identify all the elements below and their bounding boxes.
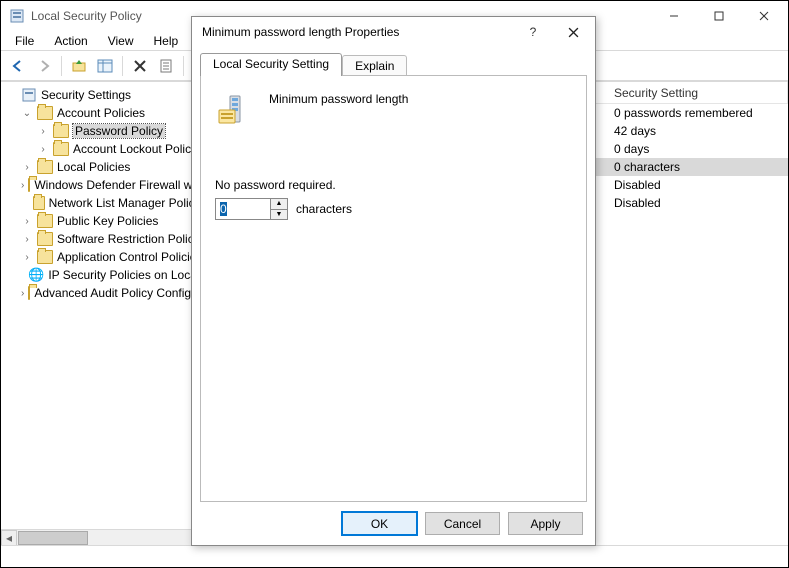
folder-icon xyxy=(37,250,53,264)
toolbar-separator xyxy=(183,56,184,76)
tree-label: Password Policy xyxy=(73,124,165,138)
dialog-close-button[interactable] xyxy=(553,18,593,46)
menu-help[interactable]: Help xyxy=(144,32,189,50)
menu-action[interactable]: Action xyxy=(44,32,97,50)
properties-button[interactable] xyxy=(155,55,177,77)
chevron-right-icon[interactable]: › xyxy=(37,144,49,155)
chevron-right-icon[interactable]: › xyxy=(21,234,33,245)
tree-label: Advanced Audit Policy Configuration xyxy=(34,286,211,300)
dialog-title: Minimum password length Properties xyxy=(202,25,513,39)
tree: ▸ Security Settings ⌄ Acco xyxy=(1,86,210,302)
dialog-titlebar: Minimum password length Properties ? xyxy=(192,17,595,47)
scroll-left-button[interactable]: ◂ xyxy=(1,530,17,546)
help-button[interactable]: ? xyxy=(513,18,553,46)
up-button[interactable] xyxy=(68,55,90,77)
apply-button[interactable]: Apply xyxy=(508,512,583,535)
setting-description: No password required. xyxy=(215,178,572,192)
security-setting-value: 0 passwords remembered xyxy=(606,106,761,120)
chevron-right-icon[interactable]: › xyxy=(21,288,24,299)
chevron-down-icon[interactable]: ⌄ xyxy=(21,108,33,119)
menu-view[interactable]: View xyxy=(98,32,144,50)
tab-explain[interactable]: Explain xyxy=(342,55,407,76)
security-setting-value: Disabled xyxy=(606,178,669,192)
tree-label: Software Restriction Policies xyxy=(57,232,209,246)
tree-label: Security Settings xyxy=(41,88,131,102)
forward-button[interactable] xyxy=(33,55,55,77)
chevron-right-icon[interactable]: › xyxy=(37,126,49,137)
spinner-up-button[interactable]: ▲ xyxy=(271,199,287,209)
characters-input[interactable] xyxy=(216,199,270,219)
scroll-thumb[interactable] xyxy=(18,531,88,545)
spinner-down-button[interactable]: ▼ xyxy=(271,209,287,219)
close-button[interactable] xyxy=(741,1,786,31)
toolbar-separator xyxy=(122,56,123,76)
tree-label: Application Control Policies xyxy=(57,250,202,264)
tree-label: Network List Manager Policies xyxy=(49,196,210,210)
security-setting-value: 42 days xyxy=(606,124,664,138)
cancel-button[interactable]: Cancel xyxy=(425,512,500,535)
tree-label: Account Policies xyxy=(57,106,145,120)
chevron-right-icon[interactable]: › xyxy=(21,216,33,227)
folder-icon xyxy=(28,178,30,192)
folder-icon xyxy=(33,196,44,210)
security-setting-value: 0 days xyxy=(606,142,657,156)
tab-page: Minimum password length No password requ… xyxy=(200,75,587,502)
characters-spinner[interactable]: ▲ ▼ xyxy=(215,198,288,220)
tree-label: Account Lockout Policy xyxy=(73,142,197,156)
folder-icon xyxy=(37,214,53,228)
tree-pane[interactable]: ▸ Security Settings ⌄ Acco xyxy=(1,82,211,545)
tree-label: IP Security Policies on Local Computer xyxy=(48,268,211,282)
main-window: Local Security Policy File Action View H… xyxy=(0,0,789,568)
tree-software-restriction[interactable]: › Software Restriction Policies xyxy=(19,230,210,248)
tree-password-policy[interactable]: › Password Policy xyxy=(35,122,210,140)
tree-root[interactable]: ▸ Security Settings xyxy=(3,86,210,104)
tree-advanced-audit[interactable]: › Advanced Audit Policy Configuration xyxy=(19,284,210,302)
security-setting-value: 0 characters xyxy=(606,160,688,174)
app-icon xyxy=(9,8,25,24)
ok-button[interactable]: OK xyxy=(342,512,417,535)
chevron-right-icon[interactable]: › xyxy=(21,252,33,263)
tree-label: Windows Defender Firewall with Advanced … xyxy=(34,178,211,192)
tab-local-security-setting[interactable]: Local Security Setting xyxy=(200,53,342,76)
tree-ip-security[interactable]: ›🌐IP Security Policies on Local Computer xyxy=(19,266,210,284)
chevron-right-icon[interactable]: › xyxy=(21,180,24,191)
folder-icon xyxy=(28,286,30,300)
tree-horizontal-scrollbar[interactable]: ◂ ▸ xyxy=(1,529,210,545)
dialog-tabs: Local Security Setting Explain xyxy=(192,47,595,76)
folder-icon xyxy=(37,232,53,246)
statusbar xyxy=(1,545,788,567)
security-setting-value: Disabled xyxy=(606,196,669,210)
tree-label: Local Policies xyxy=(57,160,130,174)
security-settings-icon xyxy=(21,87,37,103)
tree-label: Public Key Policies xyxy=(57,214,158,228)
tree-network-list-mgr[interactable]: ›Network List Manager Policies xyxy=(19,194,210,212)
policy-icon xyxy=(215,92,251,128)
maximize-button[interactable] xyxy=(696,1,741,31)
unit-label: characters xyxy=(296,202,352,216)
tree-account-policies[interactable]: ⌄ Account Policies xyxy=(19,104,210,122)
chevron-right-icon[interactable]: › xyxy=(21,162,33,173)
svg-text:?: ? xyxy=(530,26,537,38)
show-hide-tree-button[interactable] xyxy=(94,55,116,77)
tree-defender-firewall[interactable]: › Windows Defender Firewall with Advanced… xyxy=(19,176,210,194)
tree-local-policies[interactable]: › Local Policies xyxy=(19,158,210,176)
tree-account-lockout-policy[interactable]: › Account Lockout Policy xyxy=(35,140,210,158)
folder-icon xyxy=(37,106,53,120)
tree-app-control[interactable]: › Application Control Policies xyxy=(19,248,210,266)
toolbar-separator xyxy=(61,56,62,76)
globe-icon: 🌐 xyxy=(28,267,44,283)
column-security-setting[interactable]: Security Setting xyxy=(606,82,788,103)
dialog-button-bar: OK Cancel Apply xyxy=(192,502,595,545)
folder-icon xyxy=(53,142,69,156)
tree-public-key[interactable]: › Public Key Policies xyxy=(19,212,210,230)
policy-name: Minimum password length xyxy=(269,92,408,106)
properties-dialog: Minimum password length Properties ? Loc… xyxy=(191,16,596,546)
minimize-button[interactable] xyxy=(651,1,696,31)
menu-file[interactable]: File xyxy=(5,32,44,50)
delete-button[interactable] xyxy=(129,55,151,77)
back-button[interactable] xyxy=(7,55,29,77)
folder-icon xyxy=(37,160,53,174)
folder-icon xyxy=(53,124,69,138)
